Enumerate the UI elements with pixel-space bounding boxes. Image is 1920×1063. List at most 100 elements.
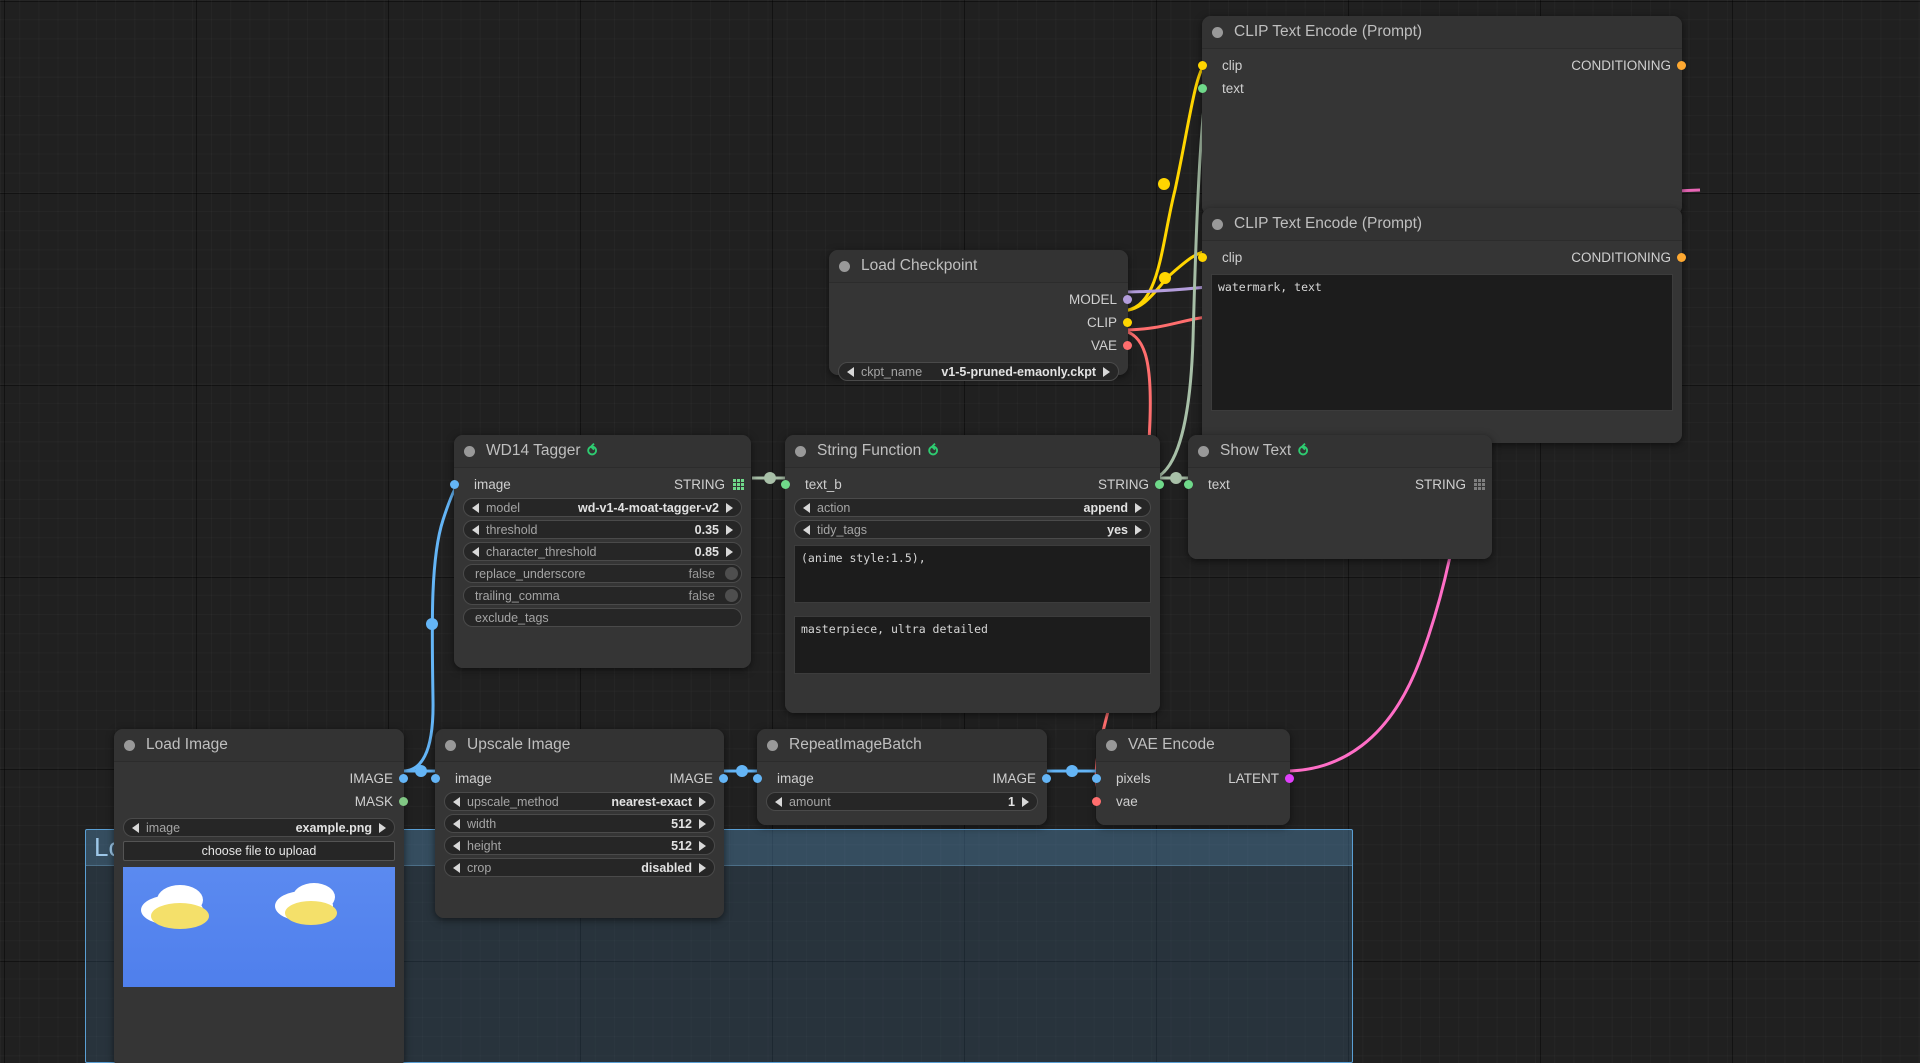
node-title-bar[interactable]: RepeatImageBatch: [757, 729, 1047, 762]
next-arrow-icon[interactable]: [726, 524, 733, 535]
toggle-knob[interactable]: [725, 589, 738, 602]
collapse-dot-icon[interactable]: [1106, 739, 1117, 751]
node-title-bar[interactable]: VAE Encode: [1096, 729, 1290, 762]
prev-arrow-icon[interactable]: [472, 502, 479, 513]
widget-model[interactable]: model wd-v1-4-moat-tagger-v2: [463, 498, 742, 517]
collapse-dot-icon[interactable]: [839, 260, 850, 272]
widget-character-threshold[interactable]: character_threshold 0.85: [463, 542, 742, 561]
widget-tidy-tags[interactable]: tidy_tags yes: [794, 520, 1151, 539]
next-arrow-icon[interactable]: [699, 796, 706, 807]
widget-width[interactable]: width 512: [444, 814, 715, 833]
collapse-dot-icon[interactable]: [795, 445, 806, 457]
node-upscale-image[interactable]: Upscale Image image IMAGE upscale_method…: [431, 729, 728, 918]
widget-threshold[interactable]: threshold 0.35: [463, 520, 742, 539]
next-arrow-icon[interactable]: [699, 840, 706, 851]
output-port-clip[interactable]: [1123, 318, 1132, 327]
widget-ckpt-name[interactable]: ckpt_name v1-5-pruned-emaonly.ckpt: [838, 362, 1119, 381]
prev-arrow-icon[interactable]: [453, 818, 460, 829]
collapse-dot-icon[interactable]: [445, 739, 456, 751]
node-title-bar[interactable]: Load Checkpoint: [829, 250, 1128, 283]
prev-arrow-icon[interactable]: [775, 796, 782, 807]
prev-arrow-icon[interactable]: [472, 546, 479, 557]
input-port-text[interactable]: [1184, 480, 1193, 489]
output-port-conditioning[interactable]: [1677, 61, 1686, 70]
output-port-conditioning[interactable]: [1677, 253, 1686, 262]
node-title-bar[interactable]: WD14 Tagger ⥁: [454, 435, 751, 468]
node-load-image[interactable]: Load Image IMAGE MASK image example.png …: [114, 729, 408, 1063]
next-arrow-icon[interactable]: [726, 502, 733, 513]
output-port-image[interactable]: [1042, 774, 1051, 783]
output-port-string[interactable]: [1155, 480, 1164, 489]
prev-arrow-icon[interactable]: [803, 502, 810, 513]
refresh-icon[interactable]: ⥁: [587, 443, 597, 460]
refresh-icon[interactable]: ⥁: [928, 443, 938, 460]
node-title-bar[interactable]: Load Image: [114, 729, 404, 762]
choose-file-to-upload-button[interactable]: choose file to upload: [123, 841, 395, 861]
widget-image[interactable]: image example.png: [123, 818, 395, 837]
next-arrow-icon[interactable]: [1103, 366, 1110, 377]
node-title-bar[interactable]: Upscale Image: [435, 729, 724, 762]
output-port-vae[interactable]: [1123, 341, 1132, 350]
text-input-text-c[interactable]: masterpiece, ultra detailed: [794, 616, 1151, 674]
input-port-image[interactable]: [450, 480, 459, 489]
node-string-function[interactable]: String Function ⥁ text_b STRING action a…: [781, 435, 1164, 713]
toggle-knob[interactable]: [725, 567, 738, 580]
input-port-image[interactable]: [753, 774, 762, 783]
widget-upscale-method[interactable]: upscale_method nearest-exact: [444, 792, 715, 811]
node-title-bar[interactable]: Show Text ⥁: [1188, 435, 1492, 468]
next-arrow-icon[interactable]: [699, 818, 706, 829]
prev-arrow-icon[interactable]: [803, 524, 810, 535]
text-input-negative-prompt[interactable]: watermark, text: [1211, 274, 1673, 411]
widget-amount[interactable]: amount 1: [766, 792, 1038, 811]
output-port-image[interactable]: [719, 774, 728, 783]
input-port-vae[interactable]: [1092, 797, 1101, 806]
widget-crop[interactable]: crop disabled: [444, 858, 715, 877]
widget-exclude-tags[interactable]: exclude_tags: [463, 608, 742, 627]
next-arrow-icon[interactable]: [379, 822, 386, 833]
node-title-bar[interactable]: CLIP Text Encode (Prompt): [1202, 16, 1682, 49]
next-arrow-icon[interactable]: [1022, 796, 1029, 807]
next-arrow-icon[interactable]: [1135, 524, 1142, 535]
node-clip-text-encode-positive[interactable]: CLIP Text Encode (Prompt) clip CONDITION…: [1198, 16, 1686, 215]
widget-replace-underscore[interactable]: replace_underscore false: [463, 564, 742, 583]
widget-trailing-comma[interactable]: trailing_comma false: [463, 586, 742, 605]
node-clip-text-encode-negative[interactable]: CLIP Text Encode (Prompt) clip CONDITION…: [1198, 208, 1686, 443]
node-load-checkpoint[interactable]: Load Checkpoint MODEL CLIP VAE ckpt_name…: [829, 250, 1132, 381]
prev-arrow-icon[interactable]: [472, 524, 479, 535]
node-title-bar[interactable]: CLIP Text Encode (Prompt): [1202, 208, 1682, 241]
node-repeat-image-batch[interactable]: RepeatImageBatch image IMAGE amount 1: [753, 729, 1051, 825]
text-input-text-a[interactable]: (anime style:1.5),: [794, 545, 1151, 603]
collapse-dot-icon[interactable]: [464, 445, 475, 457]
prev-arrow-icon[interactable]: [847, 366, 854, 377]
prev-arrow-icon[interactable]: [453, 840, 460, 851]
node-title-bar[interactable]: String Function ⥁: [785, 435, 1160, 468]
next-arrow-icon[interactable]: [1135, 502, 1142, 513]
output-port-latent[interactable]: [1285, 774, 1294, 783]
input-port-clip[interactable]: [1198, 61, 1207, 70]
node-wd14-tagger[interactable]: WD14 Tagger ⥁ image STRING model wd-v1-4…: [450, 435, 751, 668]
collapse-dot-icon[interactable]: [767, 739, 778, 751]
node-show-text[interactable]: Show Text ⥁ text STRING: [1184, 435, 1492, 559]
output-port-mask[interactable]: [399, 797, 408, 806]
output-port-image[interactable]: [399, 774, 408, 783]
collapse-dot-icon[interactable]: [1212, 26, 1223, 38]
input-port-text[interactable]: [1198, 84, 1207, 93]
next-arrow-icon[interactable]: [726, 546, 733, 557]
collapse-dot-icon[interactable]: [1212, 218, 1223, 230]
widget-action[interactable]: action append: [794, 498, 1151, 517]
input-port-clip[interactable]: [1198, 253, 1207, 262]
prev-arrow-icon[interactable]: [132, 822, 139, 833]
node-vae-encode[interactable]: VAE Encode pixels LATENT vae: [1092, 729, 1294, 825]
input-port-pixels[interactable]: [1092, 774, 1101, 783]
collapse-dot-icon[interactable]: [1198, 445, 1209, 457]
prev-arrow-icon[interactable]: [453, 796, 460, 807]
widget-height[interactable]: height 512: [444, 836, 715, 855]
prev-arrow-icon[interactable]: [453, 862, 460, 873]
collapse-dot-icon[interactable]: [124, 739, 135, 751]
input-port-image[interactable]: [431, 774, 440, 783]
next-arrow-icon[interactable]: [699, 862, 706, 873]
input-port-text-b[interactable]: [781, 480, 790, 489]
output-port-model[interactable]: [1123, 295, 1132, 304]
refresh-icon[interactable]: ⥁: [1298, 443, 1308, 460]
workflow-canvas[interactable]: Loading images CLIP Text Encode (Prompt)…: [0, 0, 1920, 1063]
